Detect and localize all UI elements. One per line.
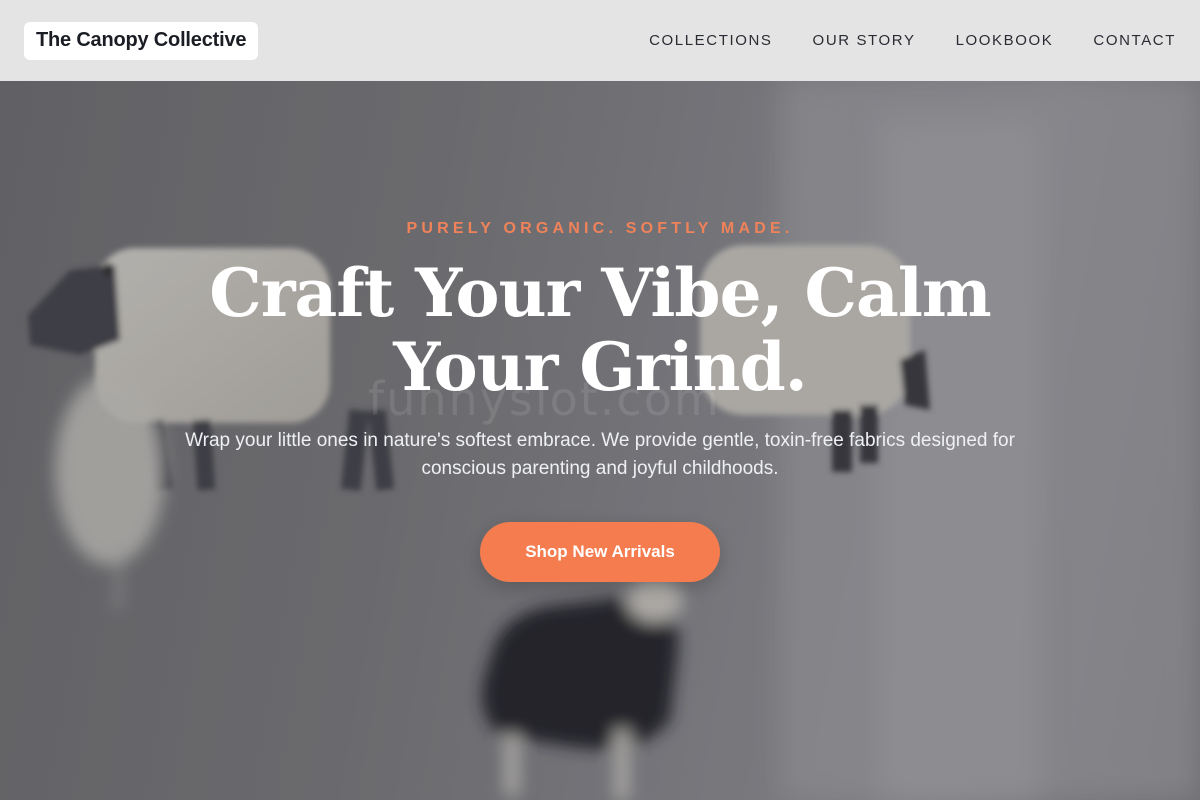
- hero-eyebrow: PURELY ORGANIC. SOFTLY MADE.: [406, 220, 794, 237]
- shop-new-arrivals-button[interactable]: Shop New Arrivals: [480, 522, 720, 582]
- brand-logo[interactable]: The Canopy Collective: [24, 21, 259, 60]
- nav-link-collections[interactable]: COLLECTIONS: [649, 32, 772, 49]
- site-header: The Canopy Collective COLLECTIONS OUR ST…: [0, 0, 1200, 81]
- hero-content: funnyslot.com PURELY ORGANIC. SOFTLY MAD…: [0, 0, 1200, 800]
- hero-subtext: Wrap your little ones in nature's softes…: [185, 430, 1015, 479]
- nav-link-lookbook[interactable]: LOOKBOOK: [956, 32, 1054, 49]
- main-nav: COLLECTIONS OUR STORY LOOKBOOK CONTACT: [649, 32, 1176, 49]
- hero-headline: Craft Your Vibe, Calm Your Grind.: [209, 254, 991, 406]
- nav-link-our-story[interactable]: OUR STORY: [813, 32, 916, 49]
- nav-link-contact[interactable]: CONTACT: [1093, 32, 1176, 49]
